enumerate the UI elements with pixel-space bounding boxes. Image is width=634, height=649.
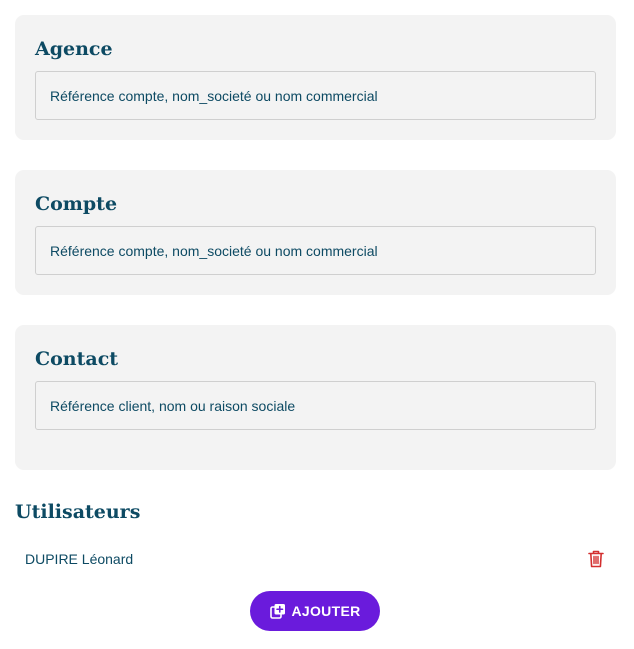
contact-title: Contact (35, 348, 119, 370)
compte-card: Compte (15, 170, 616, 295)
add-button[interactable]: AJOUTER (250, 591, 380, 631)
compte-search-input[interactable] (35, 226, 596, 275)
add-button-label: AJOUTER (291, 603, 361, 619)
agence-title: Agence (35, 38, 113, 60)
user-name: DUPIRE Léonard (25, 551, 134, 567)
utilisateurs-title: Utilisateurs (15, 501, 141, 523)
contact-card: Contact (15, 325, 616, 470)
delete-user-button[interactable] (586, 549, 606, 569)
agence-search-input[interactable] (35, 71, 596, 120)
compte-title: Compte (35, 193, 118, 215)
contact-search-input[interactable] (35, 381, 596, 430)
user-list-item: DUPIRE Léonard (15, 544, 616, 574)
trash-icon (588, 550, 604, 568)
add-copy-icon (269, 603, 286, 619)
agence-card: Agence (15, 15, 616, 140)
